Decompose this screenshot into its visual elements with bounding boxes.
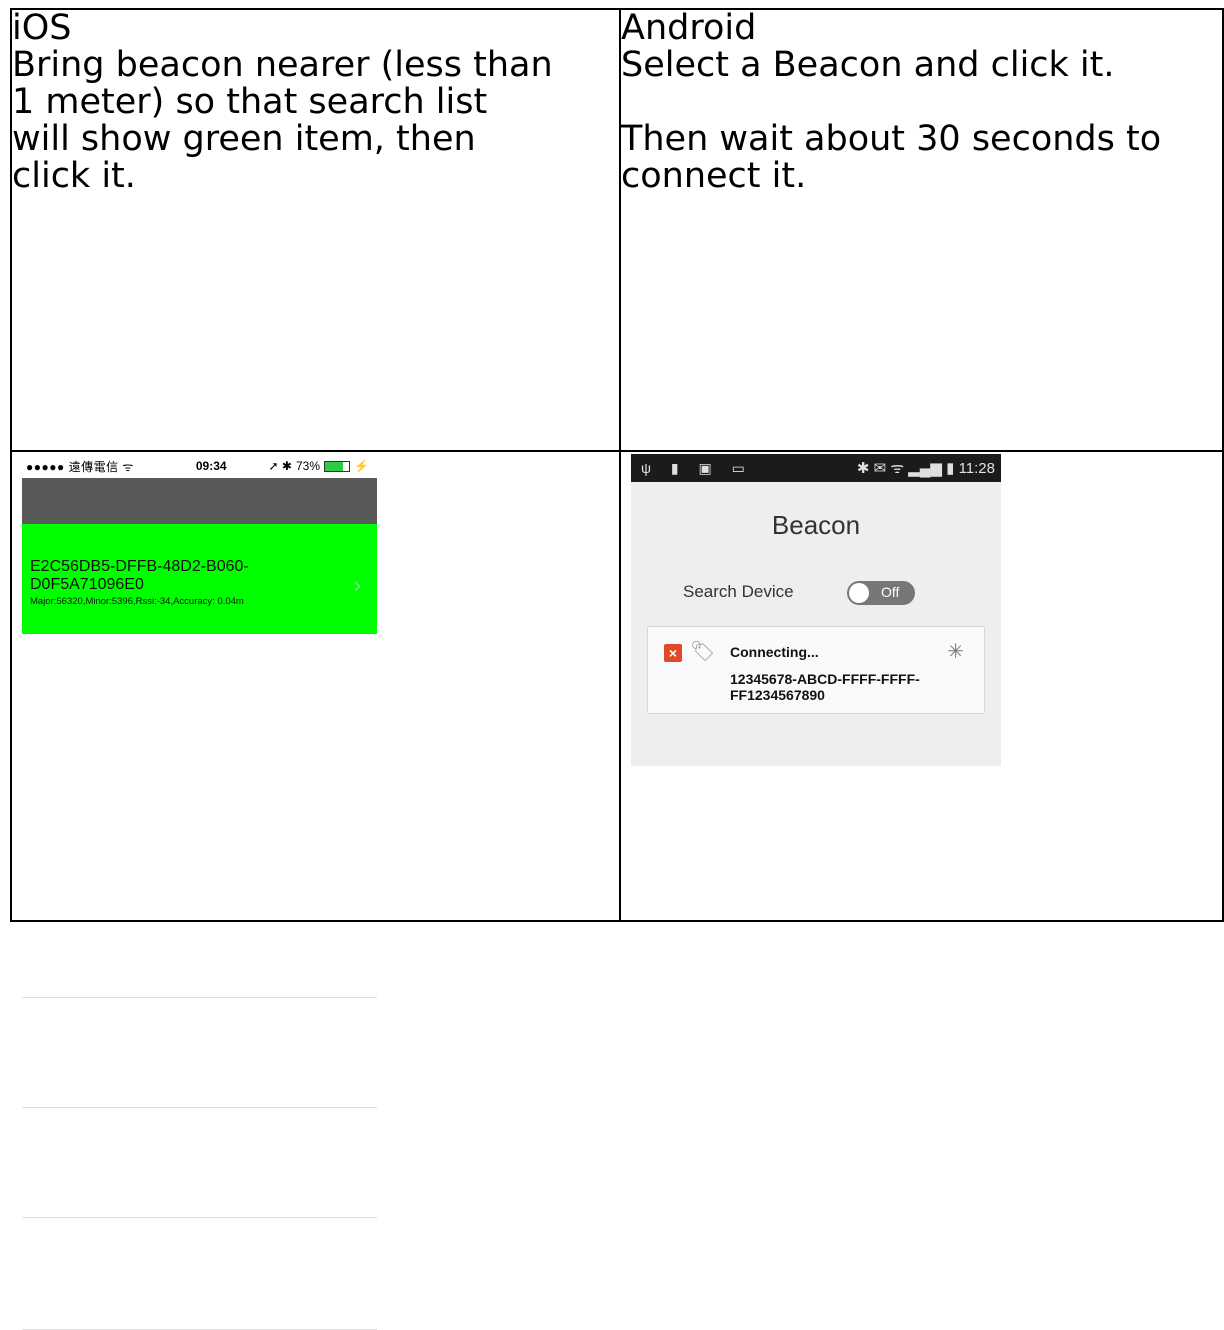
ios-heading: iOS [12,9,72,48]
android-clock: 11:28 [958,460,995,477]
android-instruction-line: Select a Beacon and click it. [621,45,1115,85]
search-toggle[interactable]: Off [847,581,915,605]
list-separator [22,1217,377,1218]
connection-status: Connecting... [730,644,819,660]
android-instructions-cell: Android Select a Beacon and click it. Th… [619,8,1224,452]
instruction-table: iOS Bring beacon nearer (less than 1 met… [10,8,1224,1330]
battery-fill [325,461,343,471]
android-screenshot: ψ ▮ ▣ ▭ ✱ ✉ ᯤ ▂▄▆ ▮ 11:28 Beacon Search … [631,454,1001,766]
beacon-card[interactable]: × 🏷 Connecting... ✳ 12345678-ABCD-FFFF-F… [647,626,985,714]
close-icon[interactable]: × [664,644,682,662]
carrier-label: ●●●●● 遠傳電信 ᯤ [26,459,134,474]
beacon-meta: Major:56320,Minor:5396,Rssi:-34,Accuracy… [30,596,244,607]
ios-instruction-line: 1 meter) so that search list [12,82,488,122]
ios-instruction-line: click it. [12,156,136,196]
location-bluetooth-icon: ➚ ✱ [268,459,292,473]
ios-instructions-cell: iOS Bring beacon nearer (less than 1 met… [10,8,621,452]
ios-instruction-line: Bring beacon nearer (less than [12,45,553,85]
battery-percent: 73% [296,459,321,473]
ios-clock: 09:34 [195,459,227,473]
beacon-uuid-line: D0F5A71096E0 [30,576,144,593]
battery-icon [324,460,351,472]
ios-status-bar: ●●●●● 遠傳電信 ᯤ 09:34 ➚ ✱ 73% ⚡ [22,454,377,478]
android-screenshot-cell: ψ ▮ ▣ ▭ ✱ ✉ ᯤ ▂▄▆ ▮ 11:28 Beacon Search … [619,450,1224,922]
list-separator [22,997,377,998]
ios-screenshot-cell: ●●●●● 遠傳電信 ᯤ 09:34 ➚ ✱ 73% ⚡ E2C56DB5-DF… [10,450,621,1330]
notification-icons: ψ ▮ ▣ ▭ [641,459,753,476]
toggle-label: Off [881,584,900,600]
beacon-list-item[interactable]: E2C56DB5-DFFB-48D2-B060- D0F5A71096E0 Ma… [22,524,377,634]
beacon-uuid: 12345678-ABCD-FFFF-FFFF-FF1234567890 [730,671,920,703]
ios-instruction-line: will show green item, then [12,119,476,159]
search-device-label: Search Device [683,582,794,601]
android-status-bar: ψ ▮ ▣ ▭ ✱ ✉ ᯤ ▂▄▆ ▮ 11:28 [631,454,1001,482]
ios-navigation-bar [22,478,377,524]
ios-status-right: ➚ ✱ 73% ⚡ [269,459,369,473]
list-separator [22,1107,377,1108]
spinner-icon: ✳ [947,641,964,663]
system-status-icons: ✱ ✉ ᯤ ▂▄▆ ▮ [856,460,955,477]
android-instruction-line: Then wait about 30 seconds to [621,119,1162,159]
android-heading: Android [621,9,757,48]
ios-screenshot: ●●●●● 遠傳電信 ᯤ 09:34 ➚ ✱ 73% ⚡ E2C56DB5-DF… [22,454,377,634]
tag-icon: 🏷 [690,641,716,663]
chevron-right-icon: › [353,572,361,597]
android-status-right: ✱ ✉ ᯤ ▂▄▆ ▮ 11:28 [857,458,995,478]
charging-icon: ⚡ [354,459,369,473]
beacon-uuid-line: E2C56DB5-DFFB-48D2-B060- [30,558,249,575]
app-title: Beacon [771,510,861,540]
android-instruction-line: connect it. [621,156,807,196]
toggle-knob [849,583,869,603]
android-instruction-line [622,84,1221,121]
